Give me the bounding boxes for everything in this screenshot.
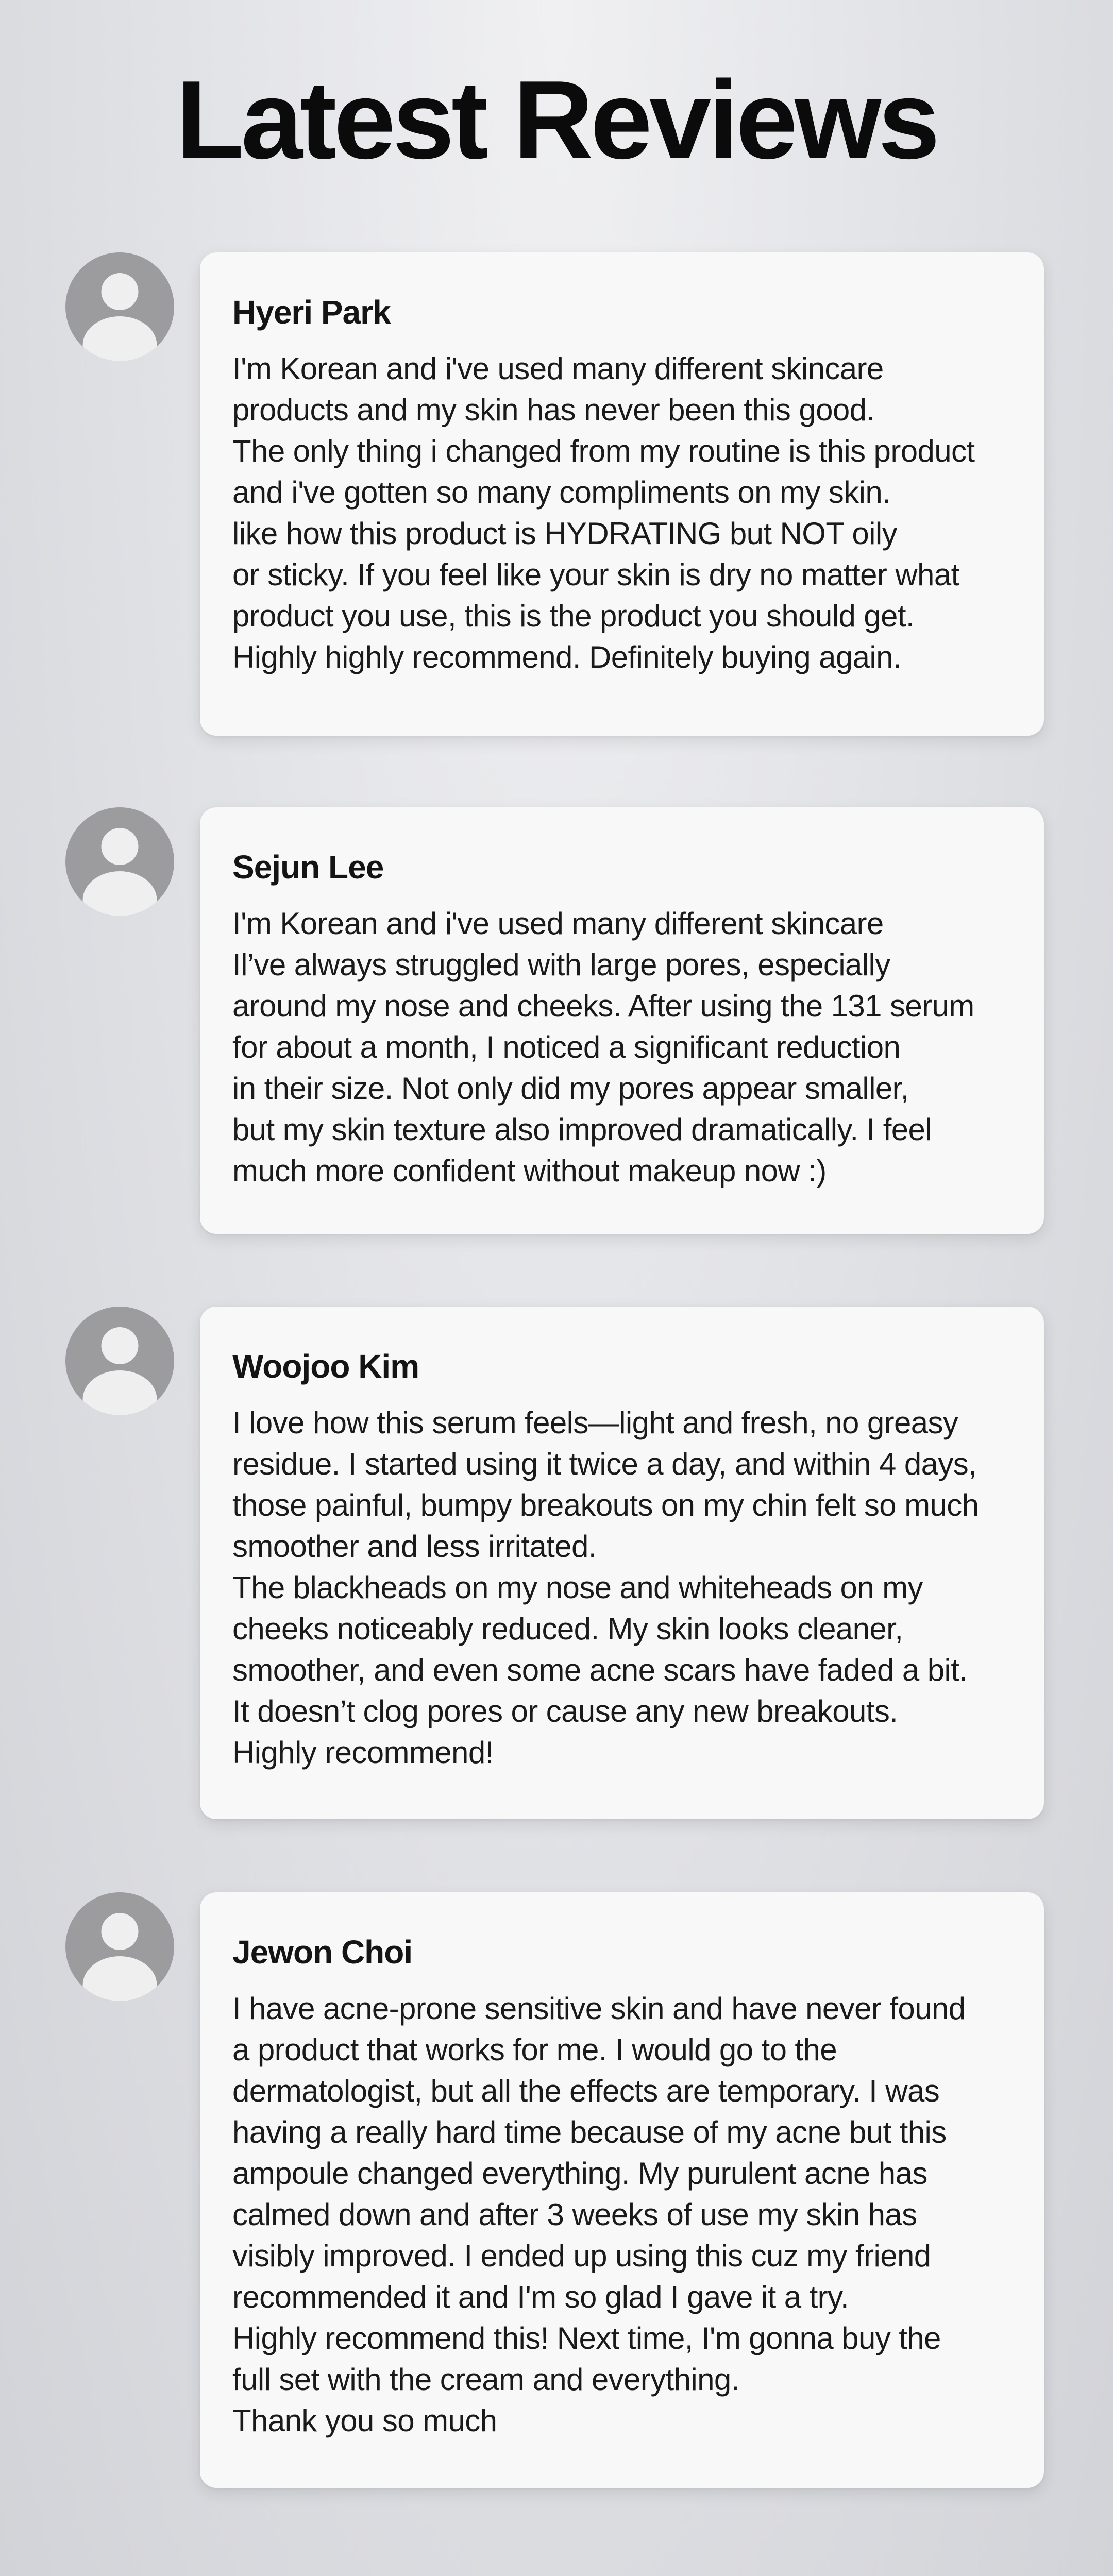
user-silhouette-icon (65, 807, 174, 916)
review-text-line: It doesn’t clog pores or cause any new b… (232, 1694, 898, 1728)
review-text-line: dermatologist, but all the effects are t… (232, 2074, 940, 2108)
review-card: Jewon Choi I have acne-prone sensitive sk… (200, 1892, 1044, 2488)
review-text-line: recommended it and I'm so glad I gave it… (232, 2280, 849, 2314)
review-text-line: for about a month, I noticed a significa… (232, 1030, 901, 1064)
page-title: Latest Reviews (176, 57, 940, 182)
reviewer-name: Jewon Choi (232, 1934, 413, 1971)
avatar (65, 807, 174, 916)
review-text-line: like how this product is HYDRATING but N… (232, 516, 898, 551)
review-text: I'm Korean and i've used many different … (232, 348, 1020, 678)
review-text: I'm Korean and i've used many different … (232, 903, 1020, 1192)
review-text-line: visibly improved. I ended up using this … (232, 2239, 931, 2273)
review-text-line: product you use, this is the product you… (232, 599, 915, 633)
review-text-line: and i've gotten so many compliments on m… (232, 475, 891, 510)
review-text-line: having a really hard time because of my … (232, 2115, 947, 2149)
review-text-line: Il’ve always struggled with large pores,… (232, 947, 890, 982)
review-text-line: much more confident without makeup now :… (232, 1154, 827, 1188)
user-silhouette-icon (65, 1892, 174, 2001)
review-text-line: a product that works for me. I would go … (232, 2032, 837, 2067)
review-text-line: ampoule changed everything. My purulent … (232, 2156, 927, 2191)
review-text-line: full set with the cream and everything. (232, 2362, 739, 2397)
review-text-line: Highly recommend this! Next time, I'm go… (232, 2321, 941, 2355)
review-text-line: The only thing i changed from my routine… (232, 434, 975, 468)
review-text-line: but my skin texture also improved dramat… (232, 1112, 932, 1147)
review-text-line: smoother, and even some acne scars have … (232, 1653, 968, 1687)
review-text-line: Highly recommend! (232, 1735, 494, 1770)
review-text: I have acne-prone sensitive skin and hav… (232, 1988, 1020, 2442)
review-text-line: in their size. Not only did my pores app… (232, 1071, 909, 1106)
review-text-line: or sticky. If you feel like your skin is… (232, 557, 959, 592)
review-text-line: I love how this serum feels—light and fr… (232, 1405, 958, 1440)
review-text-line: calmed down and after 3 weeks of use my … (232, 2197, 917, 2232)
review-text-line: The blackheads on my nose and whiteheads… (232, 1570, 923, 1605)
review-text: I love how this serum feels—light and fr… (232, 1402, 1020, 1773)
review-text-line: I'm Korean and i've used many different … (232, 351, 884, 386)
review-text-line: I'm Korean and i've used many different … (232, 906, 884, 941)
review-text-line: Thank you so much (232, 2403, 497, 2438)
review-text-line: products and my skin has never been this… (232, 393, 875, 427)
user-silhouette-icon (65, 252, 174, 361)
reviewer-name: Woojoo Kim (232, 1348, 419, 1385)
review-text-line: cheeks noticeably reduced. My skin looks… (232, 1612, 903, 1646)
review-card: Woojoo Kim I love how this serum feels—li… (200, 1307, 1044, 1819)
avatar (65, 1892, 174, 2001)
review-text-line: around my nose and cheeks. After using t… (232, 989, 974, 1023)
review-text-line: those painful, bumpy breakouts on my chi… (232, 1488, 979, 1522)
reviewer-name: Sejun Lee (232, 849, 384, 886)
reviewer-name: Hyeri Park (232, 294, 391, 331)
avatar (65, 1307, 174, 1415)
user-silhouette-icon (65, 1307, 174, 1415)
review-card: Sejun Lee I'm Korean and i've used many d… (200, 807, 1044, 1234)
review-text-line: Highly highly recommend. Definitely buyi… (232, 640, 902, 674)
review-text-line: residue. I started using it twice a day,… (232, 1447, 977, 1481)
review-card: Hyeri Park I'm Korean and i've used many … (200, 252, 1044, 736)
review-text-line: smoother and less irritated. (232, 1529, 597, 1564)
avatar (65, 252, 174, 361)
review-text-line: I have acne-prone sensitive skin and hav… (232, 1991, 966, 2026)
